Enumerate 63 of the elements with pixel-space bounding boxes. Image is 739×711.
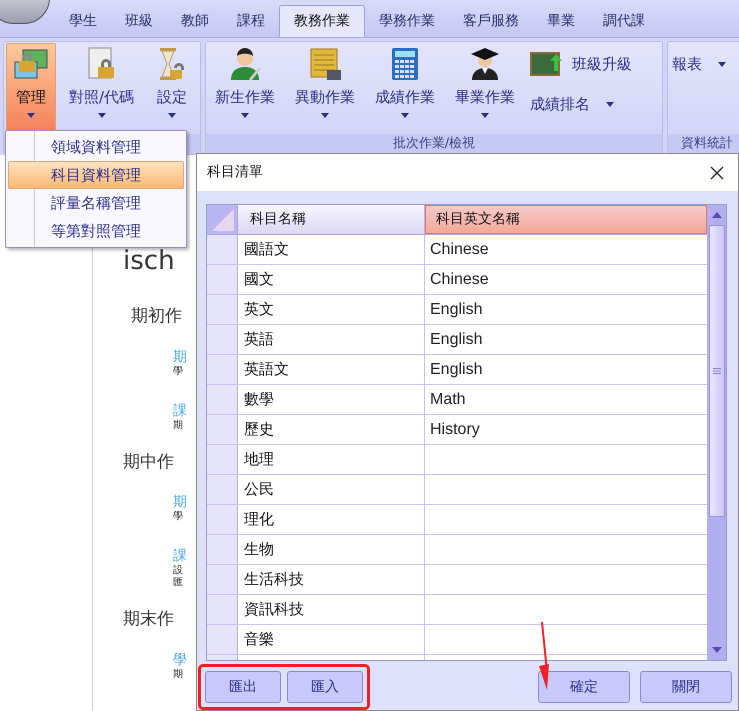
ribbon-tab[interactable]: 教師 (167, 5, 223, 37)
table-cell-text: 理化 (244, 509, 274, 530)
ribbon-button[interactable]: 畢業作業 (448, 43, 522, 131)
section-title: 期末作 (123, 608, 175, 631)
task-description: 設 (173, 565, 184, 577)
menu-item[interactable]: 領域資料管理 (8, 133, 184, 161)
table-cell-text: Math (430, 390, 466, 410)
ribbon-button[interactable]: 報表 (670, 49, 728, 79)
page-heading: isch (123, 248, 176, 274)
task-description: 期 (173, 420, 184, 432)
menu-item[interactable]: 評量名稱管理 (8, 189, 184, 217)
table-cell-text: 國文 (244, 269, 274, 290)
column-header[interactable]: 科目英文名稱 (425, 205, 707, 234)
task-description: 期 (173, 668, 184, 680)
table-cell-text: Chinese (430, 240, 489, 260)
table-cell-text: 英語文 (244, 359, 289, 380)
ribbon-tab[interactable]: 學務作業 (365, 5, 449, 37)
dialog-button[interactable]: 匯出 (205, 671, 281, 703)
section-title: 期中作 (123, 450, 175, 474)
menu-item[interactable]: 科目資料管理 (8, 161, 184, 189)
task-description: 學 (173, 511, 184, 523)
table-cell-text: 生物 (244, 539, 274, 560)
table-cell-text: English (430, 300, 482, 320)
table-cell-text: History (430, 420, 480, 440)
ribbon-button[interactable]: 管理 (6, 43, 56, 131)
dialog-button[interactable]: 關閉 (640, 671, 732, 703)
task-description: 學 (173, 366, 184, 378)
ribbon-button[interactable]: 異動作業 (288, 43, 362, 131)
table-cell-text: English (430, 330, 482, 350)
ribbon-tab[interactable]: 畢業 (533, 5, 589, 37)
dialog-title: 科目清單 (207, 163, 263, 182)
table-cell-text: 歷史 (244, 419, 274, 440)
table-cell-text: Chinese (430, 270, 489, 290)
table-cell-text: 英語 (244, 329, 274, 350)
table-cell-text: 數學 (244, 389, 274, 410)
ribbon-tab[interactable]: 客戶服務 (449, 5, 533, 37)
ribbon-tab[interactable]: 學生 (55, 5, 111, 37)
ribbon-button[interactable]: 成績作業 (368, 43, 442, 131)
group-label: 批次作業/檢視 (206, 134, 662, 154)
ribbon-tab[interactable]: 調代課 (589, 5, 659, 37)
table-cell-text: 英文 (244, 299, 274, 320)
ribbon-button[interactable]: 班級升級 (528, 49, 634, 79)
column-header[interactable]: 科目名稱 (238, 205, 425, 234)
dialog-button[interactable]: 確定 (538, 671, 630, 703)
table-cell-text: English (430, 360, 482, 380)
table-cell-text: 地理 (244, 449, 274, 470)
ribbon-tab[interactable]: 教務作業 (279, 5, 365, 37)
ribbon-button[interactable]: 設定 (147, 43, 198, 131)
ribbon-tab[interactable]: 班級 (111, 5, 167, 37)
table-cell-text: 公民 (244, 479, 274, 500)
section-title: 期初作 (131, 305, 183, 328)
table-cell-text: 國語文 (244, 239, 289, 260)
ribbon-button[interactable]: 成績排名 (528, 89, 634, 119)
ribbon-tab[interactable]: 課程 (223, 5, 279, 37)
task-description: 匯 (173, 577, 184, 589)
dialog-button[interactable]: 匯入 (287, 671, 363, 703)
group-label: 資料統計 (668, 134, 739, 154)
table-cell-text: 音樂 (244, 629, 274, 650)
ribbon-button[interactable]: 新生作業 (208, 43, 282, 131)
table-cell-text: 資訊科技 (244, 599, 304, 620)
menu-item[interactable]: 等第對照管理 (8, 217, 184, 245)
table-cell-text: 生活科技 (244, 569, 304, 590)
ribbon-button[interactable]: 對照/代碼 (62, 43, 142, 131)
